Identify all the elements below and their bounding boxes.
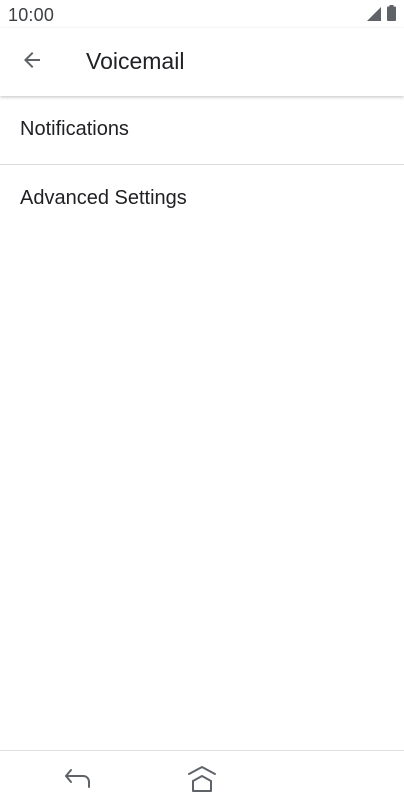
battery-icon [387, 5, 396, 21]
back-button[interactable] [10, 40, 54, 84]
settings-item-label: Advanced Settings [20, 187, 187, 209]
status-time: 10:00 [8, 5, 55, 25]
nav-back-icon [63, 767, 93, 794]
status-bar: 10:00 [0, 0, 404, 28]
nav-back-button[interactable] [60, 765, 96, 795]
page-title: Voicemail [86, 48, 185, 74]
settings-item-notifications[interactable]: Notifications [0, 96, 404, 164]
settings-item-advanced-settings[interactable]: Advanced Settings [0, 165, 404, 233]
nav-home-icon [185, 764, 219, 799]
settings-item-label: Notifications [20, 118, 129, 140]
voicemail-settings-screen: 10:00 Voicemail Notifications Advanced S… [0, 0, 404, 808]
arrow-back-icon [20, 48, 44, 77]
nav-home-button[interactable] [182, 763, 222, 799]
settings-list: Notifications Advanced Settings [0, 96, 404, 233]
signal-icon [367, 7, 381, 21]
navigation-bar [0, 750, 404, 808]
app-bar: Voicemail [0, 28, 404, 96]
status-icons [367, 5, 396, 21]
